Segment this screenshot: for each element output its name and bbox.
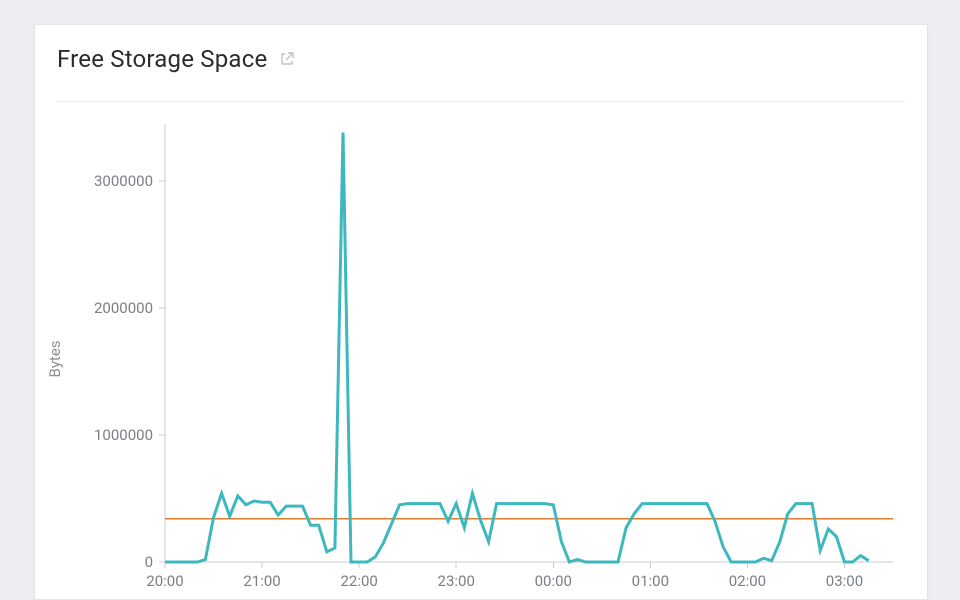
card-header: Free Storage Space bbox=[35, 25, 927, 87]
svg-text:21:00: 21:00 bbox=[243, 572, 280, 590]
svg-text:2000000: 2000000 bbox=[94, 299, 153, 317]
chart-area: Bytes 010000002000000300000020:0021:0022… bbox=[57, 114, 905, 600]
divider bbox=[57, 101, 905, 102]
svg-text:23:00: 23:00 bbox=[438, 572, 475, 590]
svg-text:00:00: 00:00 bbox=[535, 572, 572, 590]
card-title: Free Storage Space bbox=[57, 45, 267, 73]
svg-text:01:00: 01:00 bbox=[632, 572, 669, 590]
svg-text:03:00: 03:00 bbox=[826, 572, 863, 590]
external-link-icon[interactable] bbox=[279, 51, 295, 67]
chart-card: Free Storage Space Bytes 010000002000000… bbox=[34, 24, 928, 600]
svg-text:0: 0 bbox=[145, 553, 153, 571]
line-chart: 0 1000000 2000000 3000000 20:00 21:00 22:00 23:… bbox=[57, 114, 905, 600]
svg-text:02:00: 02:00 bbox=[729, 572, 766, 590]
series-line bbox=[165, 133, 869, 563]
svg-text:1000000: 1000000 bbox=[94, 426, 153, 444]
svg-text:3000000: 3000000 bbox=[94, 172, 153, 190]
svg-text:20:00: 20:00 bbox=[146, 572, 183, 590]
svg-text:22:00: 22:00 bbox=[340, 572, 377, 590]
